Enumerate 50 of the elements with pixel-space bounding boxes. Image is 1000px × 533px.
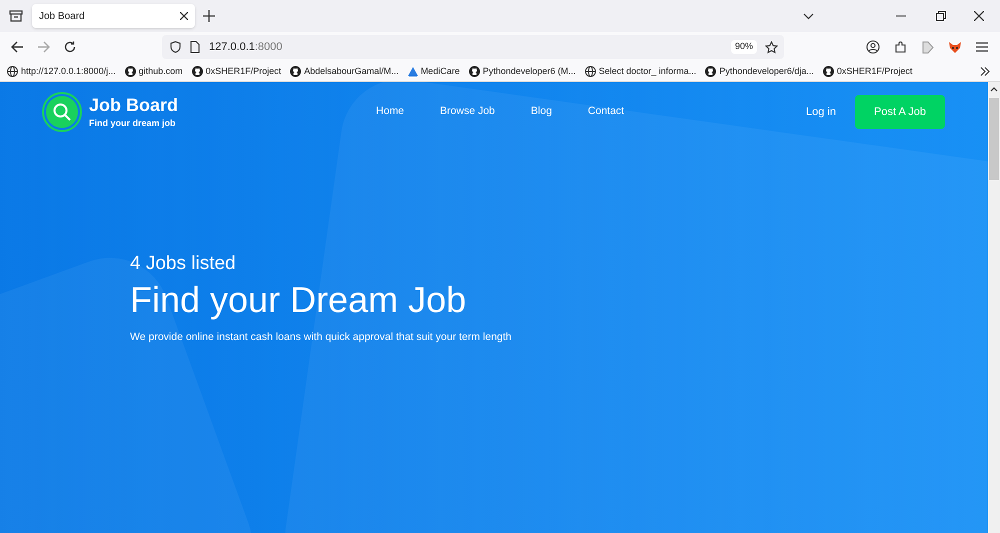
shield-icon [170, 41, 181, 53]
back-icon[interactable] [11, 41, 24, 53]
bookmark-link[interactable]: AbdelsabourGamal/M... [290, 64, 399, 78]
hero-description: We provide online instant cash loans with quick approval that suit your term length [130, 330, 513, 345]
extensions-icon[interactable] [894, 40, 907, 54]
bookmark-link[interactable]: Select doctor_ informa... [584, 64, 696, 78]
bookmark-link[interactable]: MediCare [408, 64, 460, 78]
restore-icon[interactable] [936, 11, 946, 21]
logo-icon[interactable] [42, 92, 82, 132]
menu-icon[interactable] [976, 42, 988, 52]
nav-link[interactable]: Home [376, 104, 404, 120]
reload-icon[interactable] [64, 41, 76, 53]
close-tab-icon[interactable] [180, 12, 188, 20]
new-tab-icon[interactable] [203, 10, 215, 22]
github-icon [705, 66, 716, 77]
bookmark-link[interactable]: Pythondeveloper6 (M... [468, 64, 576, 78]
bookmark-link[interactable]: http://127.0.0.1:8000/j... [7, 64, 116, 78]
jobs-count: 4 Jobs listed [130, 252, 237, 276]
bookmark-link[interactable]: Pythondeveloper6/dja... [705, 64, 814, 78]
browser-tab[interactable]: Job Board [32, 4, 195, 28]
address-bar[interactable]: 127.0.0.1:8000 90% [162, 35, 784, 59]
chevron-double-right-icon[interactable] [980, 67, 990, 76]
scroll-up-icon[interactable] [990, 86, 998, 92]
triangle-icon [408, 66, 418, 76]
star-icon[interactable] [765, 40, 778, 54]
bookmark-link[interactable]: github.com [124, 64, 183, 78]
hero-heading: Find your Dream Job [130, 279, 468, 321]
github-icon [468, 66, 480, 77]
github-icon [822, 66, 834, 77]
github-icon [124, 66, 136, 77]
extension-icon[interactable] [921, 40, 934, 54]
close-icon[interactable] [974, 11, 984, 21]
url-text: 127.0.0.1:8000 [209, 40, 282, 55]
nav-link[interactable]: Browse Job [440, 104, 495, 120]
account-icon[interactable] [866, 40, 880, 54]
site-title[interactable]: Job Board [89, 95, 178, 115]
chevron-down-icon[interactable] [803, 12, 814, 20]
site-tagline: Find your dream job [89, 117, 177, 129]
globe-icon [584, 66, 596, 77]
minimize-icon[interactable] [896, 15, 906, 17]
scrollbar-thumb[interactable] [989, 98, 999, 180]
zoom-level-badge[interactable]: 90% [730, 40, 757, 54]
github-icon [290, 66, 302, 77]
scrollbar[interactable] [988, 82, 1000, 533]
globe-icon [7, 66, 18, 77]
fox-icon[interactable] [948, 40, 962, 54]
bookmark-link[interactable]: 0xSHER1F/Project [822, 64, 912, 78]
github-icon [192, 66, 203, 77]
page-icon [190, 41, 200, 53]
bookmark-link[interactable]: 0xSHER1F/Project [192, 64, 282, 78]
